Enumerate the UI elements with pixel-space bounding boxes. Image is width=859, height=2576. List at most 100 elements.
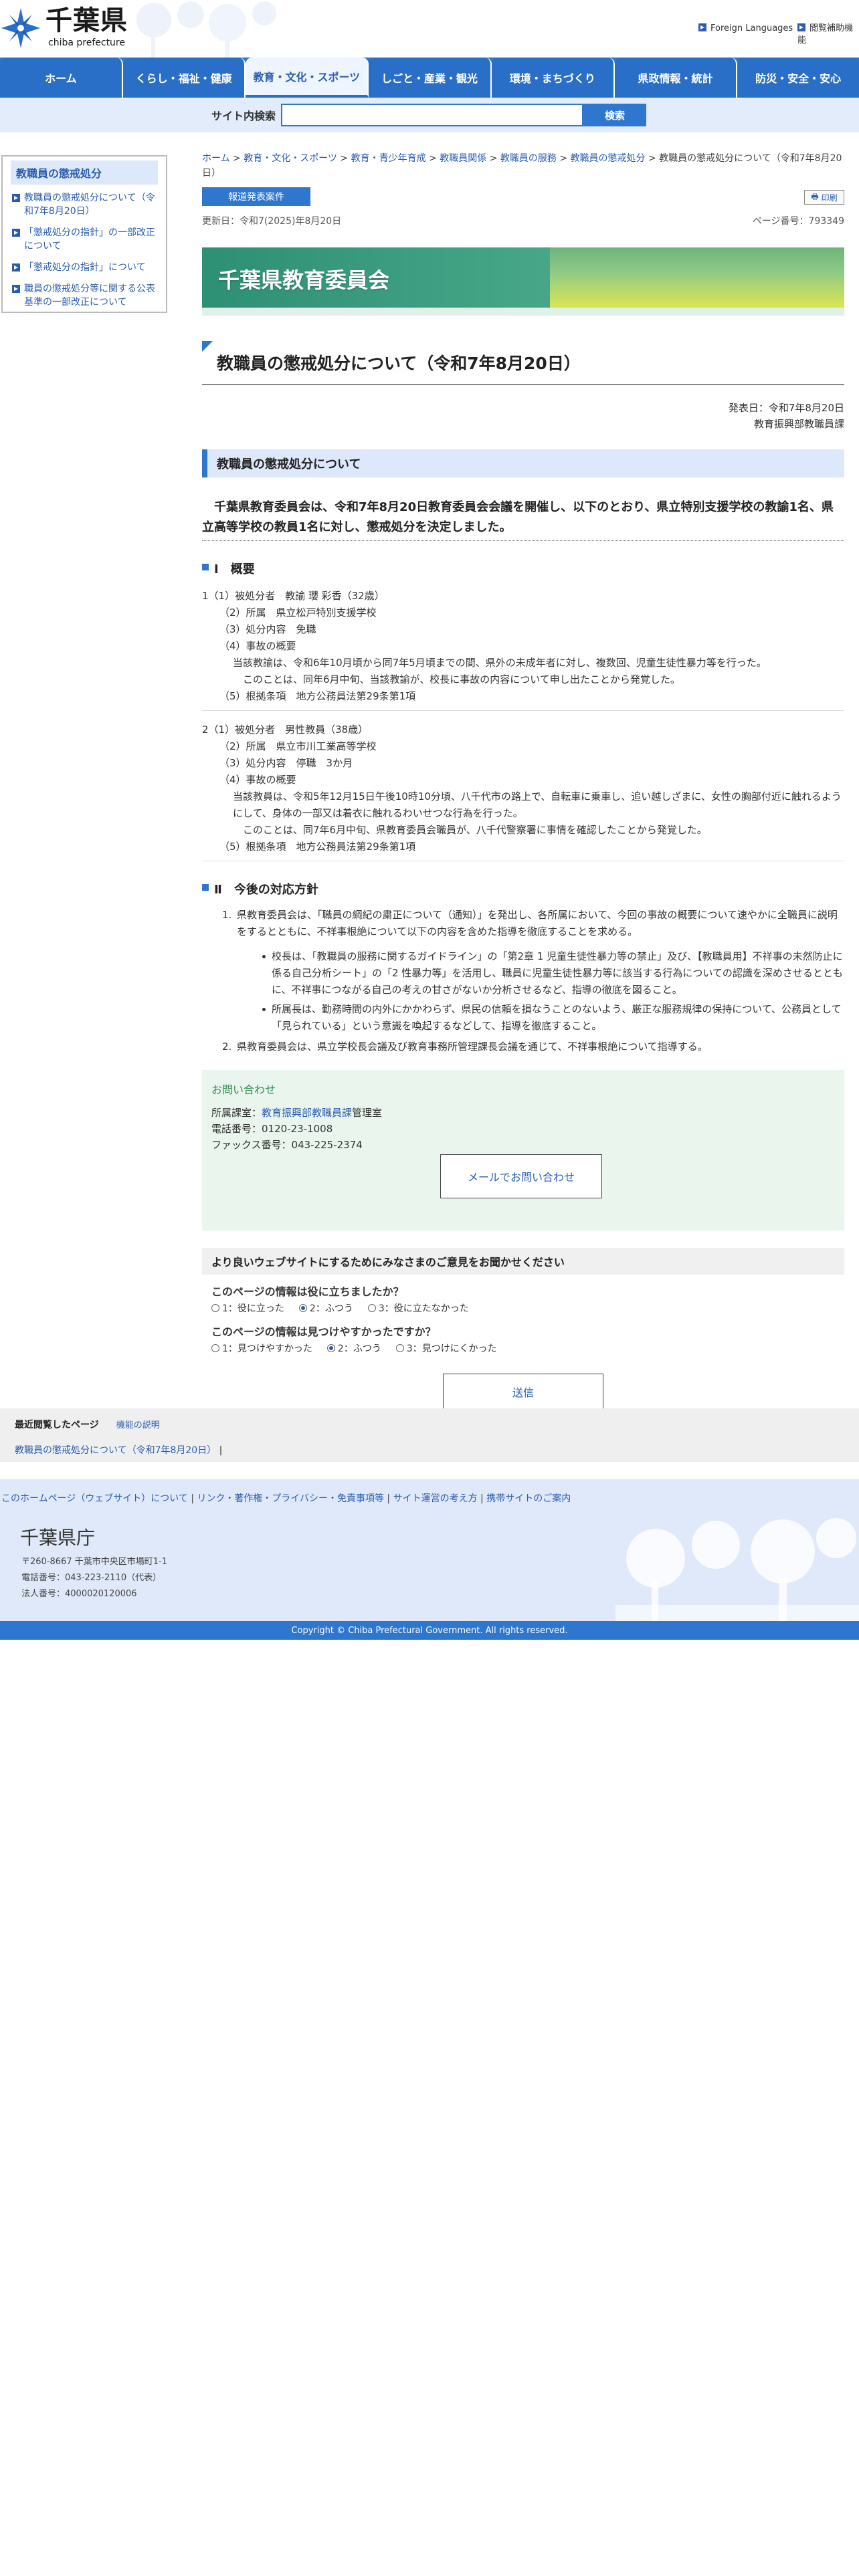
side-nav-title: 教職員の懲戒処分	[11, 160, 158, 185]
nav-home[interactable]: ホーム	[0, 58, 123, 98]
breadcrumb-link[interactable]: 教職員の服務	[500, 153, 557, 164]
future-list: 1. 県教育委員会は、「職員の綱紀の粛正について（通知）」を発出し、各所属において…	[202, 907, 844, 1055]
tag-row: 報道発表案件 🖶 印刷	[202, 187, 844, 207]
site-footer: このホームページ（ウェブサイト）について | リンク・著作権・プライバシー・免責…	[0, 1479, 859, 1621]
page-meta: 更新日：令和7(2025)年8月20日 ページ番号：793349	[202, 214, 844, 230]
nav-living[interactable]: くらし・福祉・健康	[122, 58, 246, 98]
main-content: ホーム > 教育・文化・スポーツ > 教育・青少年育成 > 教職員関係 > 教職…	[202, 151, 844, 1410]
department: 教育振興部教職員課	[753, 418, 844, 430]
arrow-icon	[698, 23, 706, 31]
survey-title: より良いウェブサイトにするためにみなさまのご意見をお聞かせください	[202, 1248, 844, 1275]
recent-link[interactable]: 教職員の懲戒処分について（令和7年8月20日）	[15, 1445, 216, 1456]
search-bar: サイト内検索 検索	[0, 98, 859, 132]
banner-strip	[202, 308, 844, 316]
search-button[interactable]: 検索	[583, 104, 646, 126]
page-title: 教職員の懲戒処分について（令和7年8月20日）	[202, 341, 844, 385]
radio-button[interactable]	[211, 1304, 219, 1312]
side-nav-link[interactable]: 「懲戒処分の指針」について	[24, 262, 146, 273]
radio-button[interactable]	[211, 1344, 219, 1352]
side-nav-link[interactable]: 「懲戒処分の指針」の一部改正について	[24, 227, 155, 251]
case-1: 1（1）被処分者 教諭 瓔 彩香（32歳） （2）所属 県立松戸特別支援学校 （…	[202, 588, 844, 711]
tree-illustration	[136, 1, 276, 58]
footer-link[interactable]: リンク・著作権・プライバシー・免責事項等	[197, 1493, 384, 1504]
breadcrumb-link[interactable]: 教職員の懲戒処分	[571, 153, 646, 164]
side-nav-item: 「懲戒処分の指針」について	[11, 261, 158, 274]
survey-submit-button[interactable]: 送信	[443, 1374, 603, 1410]
press-release-badge: 報道発表案件	[202, 187, 310, 206]
breadcrumb-link[interactable]: 教育・青少年育成	[351, 153, 426, 164]
q1-option-1[interactable]: 1：役に立った	[211, 1301, 284, 1315]
radio-button[interactable]	[395, 1344, 404, 1352]
announcement-date: 発表日：令和7年8月20日	[728, 402, 844, 414]
radio-button[interactable]	[326, 1344, 335, 1352]
footer-address: 〒260-8667 千葉市中央区市場町1-1 電話番号：043-223-2110…	[21, 1557, 167, 1599]
side-nav-link[interactable]: 教職員の懲戒処分について（令和7年8月20日）	[24, 193, 155, 217]
global-nav: ホーム くらし・福祉・健康 教育・文化・スポーツ しごと・産業・観光 環境・まち…	[0, 58, 859, 98]
q2-option-2[interactable]: 2：ふつう	[326, 1341, 381, 1355]
q2-option-1[interactable]: 1：見つけやすかった	[211, 1341, 312, 1355]
contact-fax: ファックス番号：043-225-2374	[211, 1139, 363, 1151]
radio-button[interactable]	[298, 1304, 307, 1312]
accessibility-link[interactable]: 閲覧補助機能	[797, 23, 859, 47]
breadcrumb-link[interactable]: 教育・文化・スポーツ	[244, 153, 337, 164]
printer-icon: 🖶	[811, 191, 819, 201]
announcement-info: 発表日：令和7年8月20日 教育振興部教職員課	[202, 400, 844, 432]
page-number: ページ番号：793349	[752, 216, 844, 227]
side-nav-item: 教職員の懲戒処分について（令和7年8月20日）	[11, 191, 158, 218]
side-nav-item: 職員の懲戒処分等に関する公表基準の一部改正について	[11, 282, 158, 309]
site-logo[interactable]: 千葉県 chiba prefecture	[1, 5, 135, 49]
nav-environment[interactable]: 環境・まちづくり	[491, 58, 615, 98]
radio-button[interactable]	[367, 1304, 376, 1312]
footer-link[interactable]: サイト運営の考え方	[393, 1493, 478, 1504]
updated-date: 更新日：令和7(2025)年8月20日	[202, 216, 342, 227]
survey-form: より良いウェブサイトにするためにみなさまのご意見をお聞かせください このページの…	[202, 1248, 844, 1410]
survey-question-2: このページの情報は見つけやすかったですか？	[211, 1325, 436, 1338]
print-button[interactable]: 🖶 印刷	[804, 190, 844, 205]
search-input[interactable]	[281, 104, 583, 126]
banner-title: 千葉県教育委員会	[218, 267, 390, 293]
arrow-icon	[797, 23, 805, 31]
arrow-icon	[12, 285, 20, 293]
q1-option-3[interactable]: 3：役に立たなかった	[367, 1301, 469, 1315]
side-nav-link[interactable]: 職員の懲戒処分等に関する公表基準の一部改正について	[24, 284, 155, 308]
lead-paragraph: 千葉県教育委員会は、令和7年8月20日教育委員会会議を開催し、以下のとおり、県立…	[202, 498, 844, 541]
banner-photo	[550, 247, 844, 308]
contact-title: お問い合わせ	[211, 1083, 276, 1096]
contact-tel: 電話番号：0120-23-1008	[211, 1123, 333, 1135]
side-nav-item: 「懲戒処分の指針」の一部改正について	[11, 226, 158, 253]
recently-viewed: 最近閲覧したページ 機能の説明 教職員の懲戒処分について（令和7年8月20日） |	[0, 1408, 859, 1462]
footer-link[interactable]: このホームページ（ウェブサイト）について	[1, 1493, 188, 1504]
tree-illustration	[615, 1518, 859, 1621]
footer-org-name: 千葉県庁	[20, 1527, 96, 1549]
side-nav: 教職員の懲戒処分 教職員の懲戒処分について（令和7年8月20日） 「懲戒処分の指…	[1, 155, 167, 313]
chiba-emblem-icon	[1, 8, 40, 48]
breadcrumb: ホーム > 教育・文化・スポーツ > 教育・青少年育成 > 教職員関係 > 教職…	[202, 153, 842, 179]
arrow-icon	[12, 263, 20, 272]
nav-government[interactable]: 県政情報・統計	[614, 58, 738, 98]
mail-inquiry-button[interactable]: メールでお問い合わせ	[440, 1154, 602, 1198]
breadcrumb-link[interactable]: ホーム	[202, 153, 230, 164]
q1-option-2[interactable]: 2：ふつう	[298, 1301, 353, 1315]
logo-subtext: chiba prefecture	[48, 37, 125, 48]
logo-text: 千葉県	[45, 5, 128, 36]
survey-question-1: このページの情報は役に立ちましたか？	[211, 1285, 404, 1298]
breadcrumb-link[interactable]: 教職員関係	[440, 153, 486, 164]
help-link[interactable]: 機能の説明	[116, 1420, 160, 1430]
outline-heading: Ⅰ 概要	[202, 560, 844, 577]
site-header: 千葉県 chiba prefecture Foreign Languages 閲…	[0, 0, 859, 58]
section-heading: 教職員の懲戒処分について	[202, 449, 844, 477]
nav-work[interactable]: しごと・産業・観光	[369, 58, 492, 98]
footer-links: このホームページ（ウェブサイト）について | リンク・著作権・プライバシー・免責…	[1, 1493, 571, 1504]
arrow-icon	[12, 229, 20, 237]
q2-option-3[interactable]: 3：見つけにくかった	[395, 1341, 496, 1355]
department-link[interactable]: 教育振興部教職員課	[262, 1107, 352, 1119]
nav-education[interactable]: 教育・文化・スポーツ	[246, 58, 369, 98]
list-item: 所属長は、勤務時間の内外にかかわらず、県民の信頼を損なうことのないよう、厳正な服…	[262, 1001, 844, 1035]
nav-safety[interactable]: 防災・安全・安心	[737, 58, 859, 98]
foreign-languages-link[interactable]: Foreign Languages	[698, 23, 793, 35]
footer-link[interactable]: 携帯サイトのご案内	[486, 1493, 571, 1504]
contact-box: お問い合わせ 所属課室：教育振興部教職員課管理室 電話番号：0120-23-10…	[202, 1070, 844, 1230]
case-2: 2（1）被処分者 男性教員（38歳） （2）所属 県立市川工業高等学校 （3）処…	[202, 722, 844, 861]
copyright: Copyright © Chiba Prefectural Government…	[0, 1621, 859, 1640]
board-banner: 千葉県教育委員会	[202, 247, 844, 316]
